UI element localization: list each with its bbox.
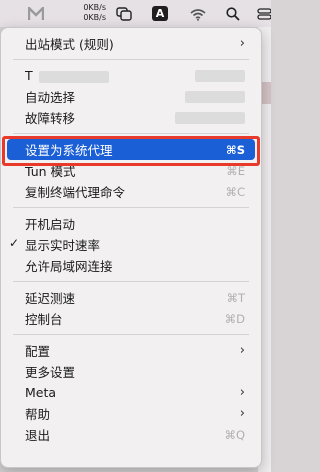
download-speed: 0KB/s <box>83 13 106 22</box>
menu-separator <box>13 207 249 208</box>
chevron-right-icon: › <box>239 385 245 400</box>
menu-item-meta[interactable]: Meta › <box>7 382 255 403</box>
shortcut-label: ⌘D <box>224 311 245 326</box>
redacted-value <box>195 69 245 82</box>
background-window-fragment <box>261 82 271 104</box>
menu-item-label: 帮助 <box>25 407 51 422</box>
checkmark-icon: ✓ <box>9 236 20 250</box>
shortcut-label: ⌘S <box>226 142 245 157</box>
menu-item-show-speed[interactable]: ✓ 显示实时速率 <box>7 234 255 255</box>
menu-item-label: 开机启动 <box>25 217 76 232</box>
menu-item-more-settings[interactable]: 更多设置 <box>7 361 255 382</box>
menu-item-label: 更多设置 <box>25 365 76 380</box>
menu-item-proxy-group-1[interactable]: T <box>7 65 255 86</box>
menu-separator <box>13 59 249 60</box>
menu-item-label: 复制终端代理命令 <box>25 185 126 200</box>
window-icon[interactable] <box>115 6 133 22</box>
menu-item-copy-terminal-command[interactable]: 复制终端代理命令 ⌘C <box>7 181 255 202</box>
menu-item-label: 控制台 <box>25 312 63 327</box>
chevron-right-icon: › <box>239 343 245 358</box>
input-source-icon[interactable]: A <box>152 6 168 21</box>
menu-item-label: 自动选择 <box>25 90 76 105</box>
menu-item-label: 延迟测速 <box>25 291 76 306</box>
control-center-icon[interactable] <box>256 6 271 22</box>
chevron-right-icon: › <box>239 406 245 421</box>
menu-item-outbound-mode[interactable]: 出站模式 (规则) › <box>7 33 255 54</box>
wifi-icon[interactable] <box>190 6 206 22</box>
shortcut-label: ⌘C <box>225 184 245 199</box>
menu-item-label: 显示实时速率 <box>25 238 101 253</box>
shortcut-label: ⌘T <box>226 290 245 305</box>
menu-item-allow-lan[interactable]: 允许局域网连接 <box>7 255 255 276</box>
menu-item-label: Meta <box>25 385 57 400</box>
shortcut-label: ⌘Q <box>224 427 245 442</box>
menu-item-config[interactable]: 配置 › <box>7 340 255 361</box>
menu-item-failover[interactable]: 故障转移 <box>7 107 255 128</box>
menu-item-label: 允许局域网连接 <box>25 259 113 274</box>
menu-separator <box>13 334 249 335</box>
upload-speed: 0KB/s <box>83 3 106 12</box>
menu-item-latency-test[interactable]: 延迟测速 ⌘T <box>7 287 255 308</box>
menu-item-quit[interactable]: 退出 ⌘Q <box>7 424 255 445</box>
menu-item-help[interactable]: 帮助 › <box>7 403 255 424</box>
menu-item-launch-at-login[interactable]: 开机启动 <box>7 213 255 234</box>
menu-item-label: 设置为系统代理 <box>25 143 113 158</box>
menu-item-label: 故障转移 <box>25 111 76 126</box>
menu-item-label: 配置 <box>25 344 51 359</box>
menu-item-label: 退出 <box>25 428 51 443</box>
menu-item-set-system-proxy[interactable]: 设置为系统代理 ⌘S <box>7 139 255 160</box>
menu-separator <box>13 281 249 282</box>
menu-item-label: Tun 模式 <box>25 164 76 179</box>
menu-bar: 0KB/s 0KB/s A <box>0 0 271 27</box>
app-logo-icon[interactable] <box>28 6 44 22</box>
menu-item-label: 出站模式 (规则) <box>25 37 114 52</box>
redacted-value <box>175 111 245 124</box>
shortcut-label: ⌘E <box>226 163 245 178</box>
menu-item-tun-mode[interactable]: Tun 模式 ⌘E <box>7 160 255 181</box>
redacted-text <box>38 70 109 83</box>
network-speed[interactable]: 0KB/s 0KB/s <box>62 3 106 23</box>
search-icon[interactable] <box>225 6 241 22</box>
redacted-value <box>185 90 245 103</box>
menu-item-dashboard[interactable]: 控制台 ⌘D <box>7 308 255 329</box>
status-menu: 出站模式 (规则) › T 自动选择 故障转移 设置为系统代理 ⌘S Tun 模… <box>0 27 262 468</box>
menu-item-auto-select[interactable]: 自动选择 <box>7 86 255 107</box>
menu-separator <box>13 133 249 134</box>
menu-item-label: T <box>25 68 33 83</box>
chevron-right-icon: › <box>239 36 245 51</box>
